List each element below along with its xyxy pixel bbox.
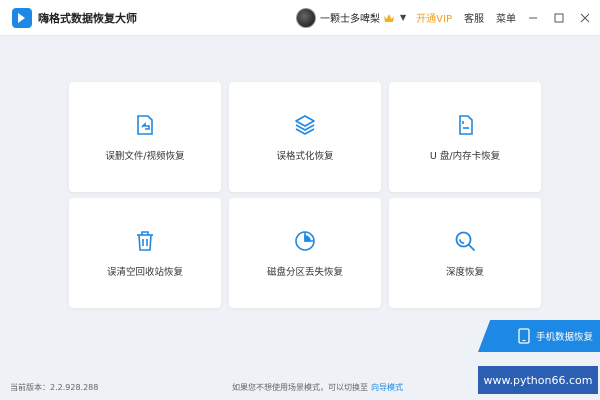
card-format-recovery[interactable]: 误格式化恢复 <box>229 82 381 192</box>
search-icon <box>452 228 478 254</box>
close-icon <box>580 13 590 22</box>
mode-hint-text: 如果您不想使用场景模式，可以切换至 <box>232 382 368 392</box>
vip-button[interactable]: 开通VIP <box>416 10 452 25</box>
avatar[interactable] <box>296 7 317 28</box>
trash-icon <box>132 228 158 254</box>
user-name[interactable]: 一颗士多啤梨 <box>320 10 380 25</box>
crown-icon <box>384 13 395 22</box>
card-label: 误删文件/视频恢复 <box>105 151 185 162</box>
pie-chart-icon <box>292 228 318 254</box>
version-text: 当前版本：2.2.928.288 <box>10 382 99 392</box>
card-partition-recovery[interactable]: 磁盘分区丢失恢复 <box>229 198 381 308</box>
layers-icon <box>292 112 318 138</box>
sd-card-icon <box>452 112 478 138</box>
maximize-button[interactable] <box>550 9 568 27</box>
phone-icon <box>518 328 530 344</box>
app-logo-icon <box>12 7 32 28</box>
card-usb-sd-recovery[interactable]: U 盘/内存卡恢复 <box>389 82 541 192</box>
card-deleted-file-recovery[interactable]: 误删文件/视频恢复 <box>69 82 221 192</box>
mobile-recovery-label: 手机数据恢复 <box>536 332 594 343</box>
card-label: 误清空回收站恢复 <box>106 267 183 278</box>
card-label: 误格式化恢复 <box>276 151 334 162</box>
title-bar: 嗨格式数据恢复大师 一颗士多啤梨 ▼ 开通VIP 客服 菜单 <box>0 0 600 36</box>
card-label: U 盘/内存卡恢复 <box>429 151 501 162</box>
mode-hint: 如果您不想使用场景模式，可以切换至 向导模式 <box>232 382 403 393</box>
card-label: 磁盘分区丢失恢复 <box>266 267 343 278</box>
mobile-recovery-button[interactable]: 手机数据恢复 <box>478 320 600 352</box>
card-label: 深度恢复 <box>445 267 484 278</box>
minimize-button[interactable] <box>524 9 542 27</box>
maximize-icon <box>554 13 564 22</box>
file-restore-icon <box>132 112 158 138</box>
card-deep-recovery[interactable]: 深度恢复 <box>389 198 541 308</box>
watermark: www.python66.com <box>478 366 598 394</box>
close-button[interactable] <box>576 9 594 27</box>
menu-button[interactable]: 菜单 <box>496 10 516 25</box>
minimize-icon <box>529 17 537 18</box>
customer-service-button[interactable]: 客服 <box>464 10 484 25</box>
card-recycle-bin-recovery[interactable]: 误清空回收站恢复 <box>69 198 221 308</box>
chevron-down-icon[interactable]: ▼ <box>400 13 406 22</box>
app-title: 嗨格式数据恢复大师 <box>38 11 137 25</box>
guide-mode-link[interactable]: 向导模式 <box>371 383 403 392</box>
